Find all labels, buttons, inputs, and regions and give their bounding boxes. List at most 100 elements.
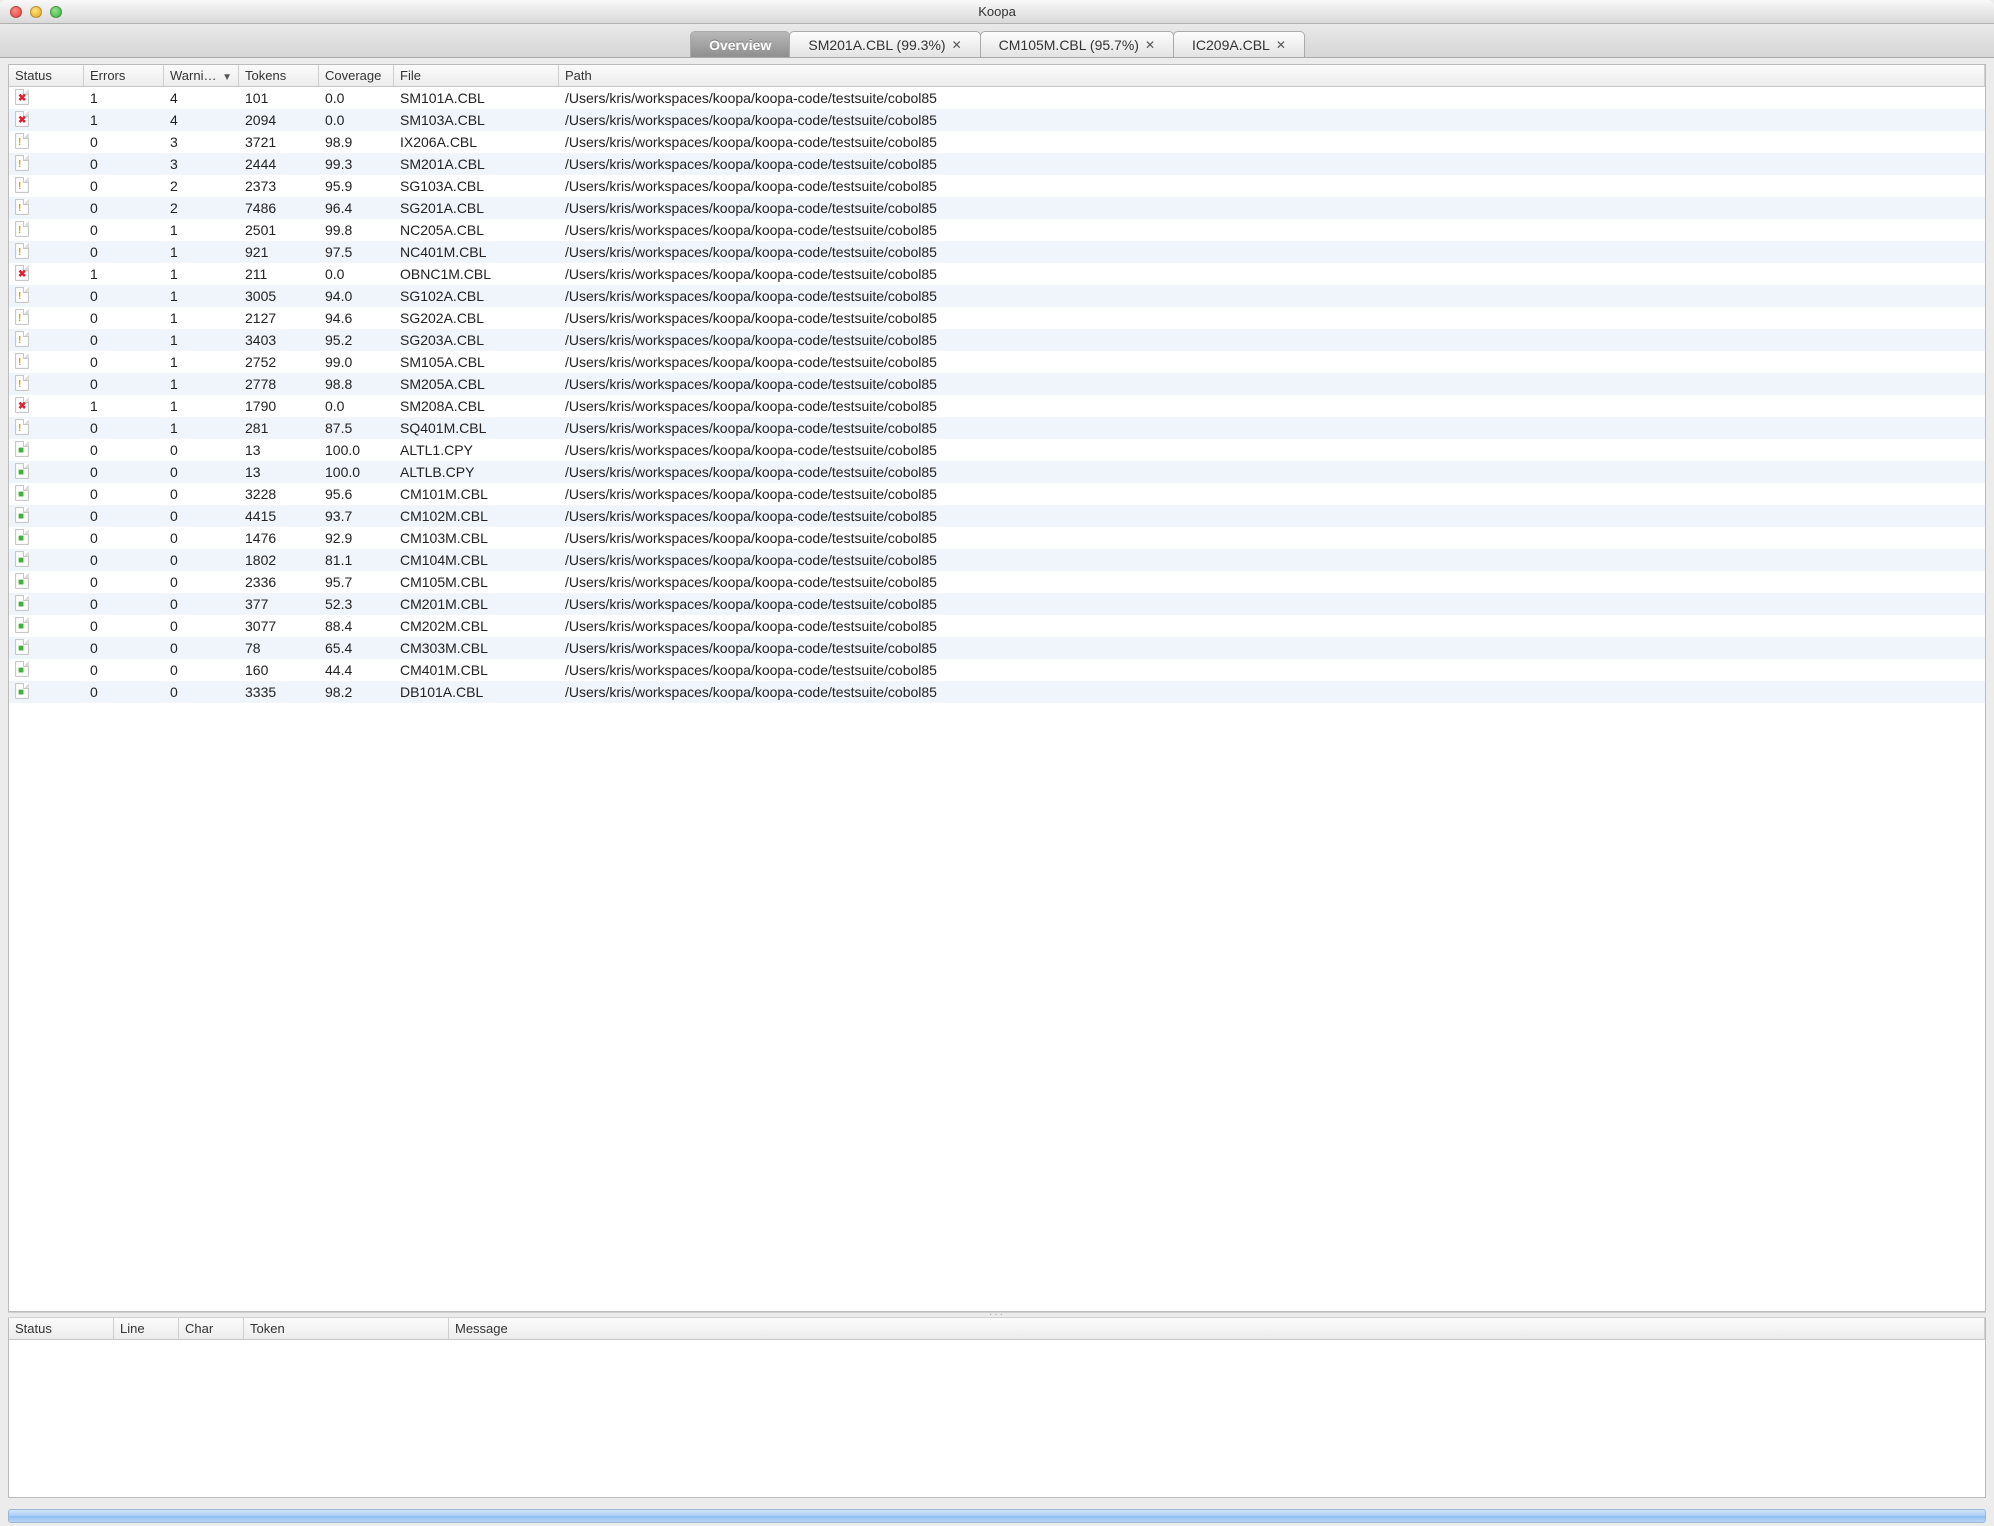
tab-sm201a-cbl-99-3-[interactable]: SM201A.CBL (99.3%) ✕: [789, 31, 980, 57]
cell-coverage: 44.4: [319, 662, 394, 678]
cell-file: SM205A.CBL: [394, 376, 559, 392]
table-row[interactable]: ■0016044.4CM401M.CBL/Users/kris/workspac…: [9, 659, 1985, 681]
cell-status: ✖: [9, 89, 84, 108]
tab-cm105m-cbl-95-7-[interactable]: CM105M.CBL (95.7%) ✕: [980, 31, 1174, 57]
cell-coverage: 0.0: [319, 266, 394, 282]
table-row[interactable]: ■00333598.2DB101A.CBL/Users/kris/workspa…: [9, 681, 1985, 703]
cell-warnings: 1: [164, 288, 239, 304]
detail-table-panel: Status Line Char Token Message: [8, 1318, 1986, 1498]
cell-warnings: 0: [164, 486, 239, 502]
cell-path: /Users/kris/workspaces/koopa/koopa-code/…: [559, 354, 1985, 370]
table-row[interactable]: !01277898.8SM205A.CBL/Users/kris/workspa…: [9, 373, 1985, 395]
table-row[interactable]: !01212794.6SG202A.CBL/Users/kris/workspa…: [9, 307, 1985, 329]
table-row[interactable]: ■00147692.9CM103M.CBL/Users/kris/workspa…: [9, 527, 1985, 549]
cell-warnings: 0: [164, 530, 239, 546]
cell-file: SM101A.CBL: [394, 90, 559, 106]
dcol-message[interactable]: Message: [449, 1318, 1985, 1339]
cell-status: ■: [9, 441, 84, 460]
dcol-char[interactable]: Char: [179, 1318, 244, 1339]
col-path[interactable]: Path: [559, 65, 1985, 86]
table-row[interactable]: !03244499.3SM201A.CBL/Users/kris/workspa…: [9, 153, 1985, 175]
cell-status: !: [9, 177, 84, 196]
close-tab-icon[interactable]: ✕: [952, 38, 962, 52]
table-row[interactable]: ✖1117900.0SM208A.CBL/Users/kris/workspac…: [9, 395, 1985, 417]
overview-table-body[interactable]: ✖141010.0SM101A.CBL/Users/kris/workspace…: [9, 87, 1985, 1311]
table-row[interactable]: ■00322895.6CM101M.CBL/Users/kris/workspa…: [9, 483, 1985, 505]
zoom-window-button[interactable]: [50, 6, 62, 18]
cell-coverage: 95.2: [319, 332, 394, 348]
cell-coverage: 100.0: [319, 464, 394, 480]
cell-path: /Users/kris/workspaces/koopa/koopa-code/…: [559, 662, 1985, 678]
table-row[interactable]: !01250199.8NC205A.CBL/Users/kris/workspa…: [9, 219, 1985, 241]
panel-splitter[interactable]: [8, 1312, 1986, 1318]
cell-file: CM105M.CBL: [394, 574, 559, 590]
dcol-status[interactable]: Status: [9, 1318, 114, 1339]
tab-label: CM105M.CBL (95.7%): [999, 37, 1139, 53]
ok-status-icon: ■: [15, 617, 29, 633]
cell-file: CM303M.CBL: [394, 640, 559, 656]
table-row[interactable]: ■00441593.7CM102M.CBL/Users/kris/workspa…: [9, 505, 1985, 527]
cell-errors: 1: [84, 112, 164, 128]
cell-path: /Users/kris/workspaces/koopa/koopa-code/…: [559, 222, 1985, 238]
col-file[interactable]: File: [394, 65, 559, 86]
table-row[interactable]: !0192197.5NC401M.CBL/Users/kris/workspac…: [9, 241, 1985, 263]
warn-status-icon: !: [15, 375, 29, 391]
cell-errors: 0: [84, 156, 164, 172]
cell-tokens: 2752: [239, 354, 319, 370]
col-status[interactable]: Status: [9, 65, 84, 86]
tab-ic209a-cbl[interactable]: IC209A.CBL✕: [1173, 31, 1305, 57]
table-row[interactable]: ■00307788.4CM202M.CBL/Users/kris/workspa…: [9, 615, 1985, 637]
cell-warnings: 1: [164, 354, 239, 370]
cell-coverage: 99.0: [319, 354, 394, 370]
cell-path: /Users/kris/workspaces/koopa/koopa-code/…: [559, 200, 1985, 216]
cell-warnings: 0: [164, 552, 239, 568]
cell-tokens: 7486: [239, 200, 319, 216]
cell-status: !: [9, 353, 84, 372]
cell-path: /Users/kris/workspaces/koopa/koopa-code/…: [559, 134, 1985, 150]
ok-status-icon: ■: [15, 463, 29, 479]
tab-label: SM201A.CBL (99.3%): [808, 37, 945, 53]
cell-warnings: 0: [164, 618, 239, 634]
warn-status-icon: !: [15, 243, 29, 259]
table-row[interactable]: !03372198.9IX206A.CBL/Users/kris/workspa…: [9, 131, 1985, 153]
table-row[interactable]: !02237395.9SG103A.CBL/Users/kris/workspa…: [9, 175, 1985, 197]
table-row[interactable]: !01340395.2SG203A.CBL/Users/kris/workspa…: [9, 329, 1985, 351]
table-row[interactable]: ■00233695.7CM105M.CBL/Users/kris/workspa…: [9, 571, 1985, 593]
dcol-token[interactable]: Token: [244, 1318, 449, 1339]
table-row[interactable]: ■0013100.0ALTLB.CPY/Users/kris/workspace…: [9, 461, 1985, 483]
table-row[interactable]: ■0013100.0ALTL1.CPY/Users/kris/workspace…: [9, 439, 1985, 461]
minimize-window-button[interactable]: [30, 6, 42, 18]
close-tab-icon[interactable]: ✕: [1276, 38, 1286, 52]
table-row[interactable]: ✖112110.0OBNC1M.CBL/Users/kris/workspace…: [9, 263, 1985, 285]
col-errors[interactable]: Errors: [84, 65, 164, 86]
col-coverage[interactable]: Coverage: [319, 65, 394, 86]
table-row[interactable]: ✖1420940.0SM103A.CBL/Users/kris/workspac…: [9, 109, 1985, 131]
cell-errors: 0: [84, 508, 164, 524]
table-row[interactable]: ■00180281.1CM104M.CBL/Users/kris/workspa…: [9, 549, 1985, 571]
cell-errors: 0: [84, 354, 164, 370]
table-row[interactable]: !01300594.0SG102A.CBL/Users/kris/workspa…: [9, 285, 1985, 307]
table-row[interactable]: ■0037752.3CM201M.CBL/Users/kris/workspac…: [9, 593, 1985, 615]
col-warnings[interactable]: Warni… ▼: [164, 65, 239, 86]
table-row[interactable]: !02748696.4SG201A.CBL/Users/kris/workspa…: [9, 197, 1985, 219]
ok-status-icon: ■: [15, 441, 29, 457]
table-row[interactable]: !0128187.5SQ401M.CBL/Users/kris/workspac…: [9, 417, 1985, 439]
cell-errors: 0: [84, 244, 164, 260]
col-tokens[interactable]: Tokens: [239, 65, 319, 86]
table-row[interactable]: !01275299.0SM105A.CBL/Users/kris/workspa…: [9, 351, 1985, 373]
warn-status-icon: !: [15, 133, 29, 149]
close-window-button[interactable]: [10, 6, 22, 18]
tab-overview[interactable]: Overview: [690, 31, 790, 57]
cell-status: ■: [9, 595, 84, 614]
cell-status: ✖: [9, 265, 84, 284]
warn-status-icon: !: [15, 155, 29, 171]
table-row[interactable]: ✖141010.0SM101A.CBL/Users/kris/workspace…: [9, 87, 1985, 109]
table-row[interactable]: ■007865.4CM303M.CBL/Users/kris/workspace…: [9, 637, 1985, 659]
cell-file: CM102M.CBL: [394, 508, 559, 524]
close-tab-icon[interactable]: ✕: [1145, 38, 1155, 52]
dcol-line[interactable]: Line: [114, 1318, 179, 1339]
cell-tokens: 4415: [239, 508, 319, 524]
cell-coverage: 97.5: [319, 244, 394, 260]
detail-table-body[interactable]: [9, 1340, 1985, 1497]
error-status-icon: ✖: [15, 397, 29, 413]
